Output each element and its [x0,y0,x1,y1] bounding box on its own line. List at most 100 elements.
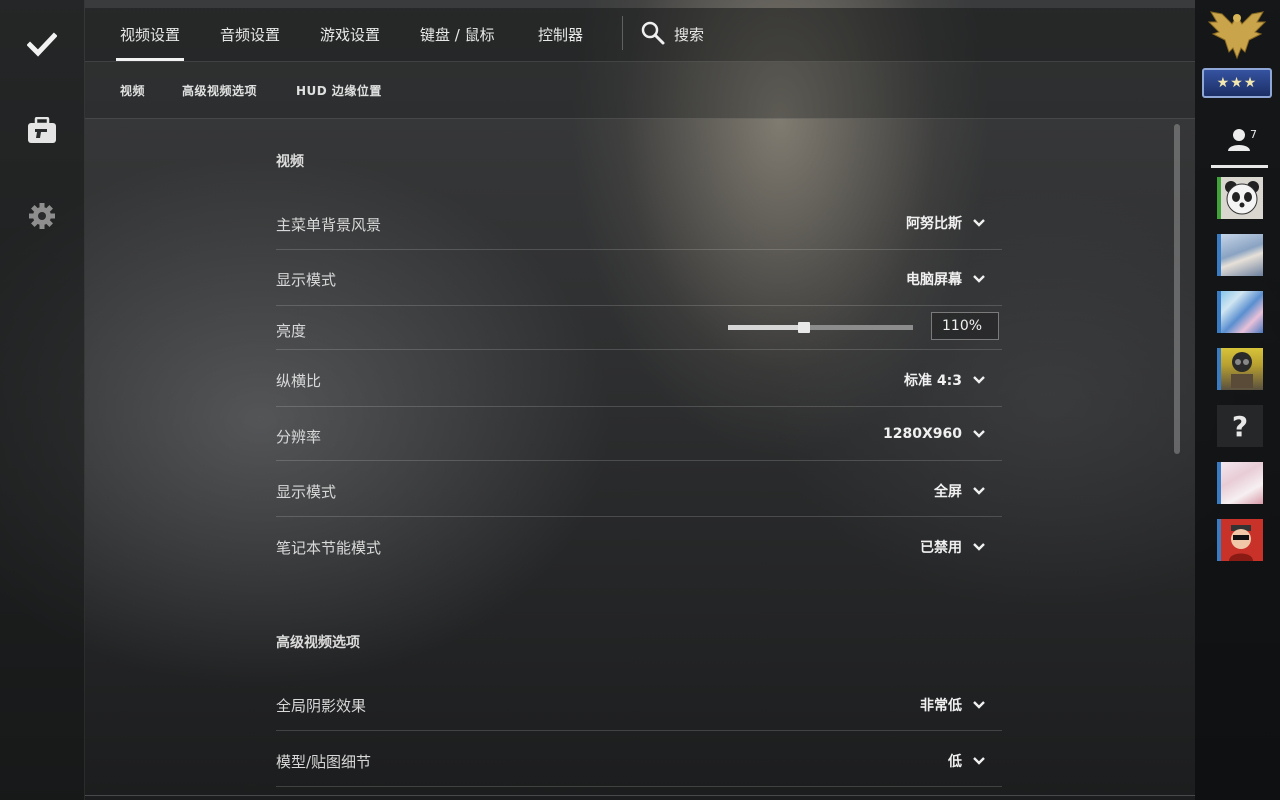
display-mode-dropdown[interactable]: 电脑屏幕 [906,269,986,289]
top-nav: 视频设置 音频设置 游戏设置 键盘 / 鼠标 控制器 搜索 [85,8,1195,62]
sub-nav: 视频 高级视频选项 HUD 边缘位置 [85,62,1195,119]
rank-emblem[interactable] [1207,8,1267,62]
gear-icon [28,202,56,234]
eagle-icon [1207,11,1267,66]
model-texture-dropdown[interactable]: 低 [948,751,986,771]
loadout-button[interactable] [22,113,62,153]
setting-row-window-mode: 显示模式 全屏 [276,461,1002,517]
chevron-down-icon [973,430,985,438]
friend-avatar-2[interactable] [1217,234,1263,276]
status-stripe [1217,348,1221,390]
friend-avatar-7[interactable] [1217,519,1263,561]
tab-controller[interactable]: 控制器 [538,8,583,61]
status-stripe [1217,177,1221,219]
checkmark-icon [26,32,58,62]
friends-count: 7 [1250,128,1257,141]
right-panel: ★★★ 7 ? [1195,0,1280,800]
friends-tab-indicator [1211,165,1268,168]
setting-label: 显示模式 [276,483,337,501]
briefcase-icon [27,116,57,149]
status-stripe [1217,291,1221,333]
setting-row-resolution: 分辨率 1280X960 [276,407,1002,461]
friend-avatar-6[interactable] [1217,462,1263,504]
person-icon [1227,128,1251,156]
setting-row-display-mode: 显示模式 电脑屏幕 [276,250,1002,306]
setting-value: 电脑屏幕 [906,272,962,288]
setting-row-menu-background: 主菜单背景风景 阿努比斯 [276,199,1002,250]
panda-icon [1225,181,1259,215]
friend-avatar-4[interactable] [1217,348,1263,390]
question-mark-icon: ? [1231,409,1249,443]
slider-thumb[interactable] [797,322,810,333]
setting-value: 非常低 [920,698,962,714]
rank-stars: ★★★ [1216,75,1258,91]
slider-fill [728,325,804,330]
confirm-button[interactable] [22,27,62,67]
content-scrollbar[interactable] [1174,124,1180,454]
settings-content: 视频 主菜单背景风景 阿努比斯 显示模式 电脑屏幕 亮度 110% 纵横比 标准… [85,119,1170,795]
avatar-image [1217,291,1263,333]
settings-button[interactable] [22,198,62,238]
setting-label: 全局阴影效果 [276,697,367,715]
setting-value: 低 [948,754,962,770]
avatar-image [1217,234,1263,276]
setting-row-laptop-power: 笔记本节能模式 已禁用 [276,517,1002,572]
tab-keyboard-mouse[interactable]: 键盘 / 鼠标 [420,8,495,61]
tab-game-settings[interactable]: 游戏设置 [320,8,380,61]
friend-avatar-3[interactable] [1217,291,1263,333]
brightness-slider[interactable] [728,322,913,333]
soldier-icon [1231,352,1253,388]
chevron-down-icon [973,757,985,765]
friend-avatar-panda[interactable] [1217,177,1263,219]
nav-divider [622,16,623,50]
window-mode-dropdown[interactable]: 全屏 [934,481,986,501]
search-button[interactable]: 搜索 [640,8,704,61]
setting-label: 笔记本节能模式 [276,539,382,557]
setting-value: 标准 4:3 [904,373,962,389]
search-label: 搜索 [674,26,705,44]
character-icon [1229,525,1253,561]
rank-badge[interactable]: ★★★ [1202,68,1272,98]
subtab-hud-edge[interactable]: HUD 边缘位置 [296,62,382,118]
setting-value: 阿努比斯 [906,216,962,232]
chevron-down-icon [973,487,985,495]
status-stripe [1217,462,1221,504]
status-stripe [1217,519,1221,561]
subtab-video[interactable]: 视频 [120,62,145,118]
aspect-ratio-dropdown[interactable]: 标准 4:3 [904,370,986,390]
menu-background-dropdown[interactable]: 阿努比斯 [906,213,986,233]
setting-value: 全屏 [934,484,962,500]
search-icon [640,20,666,50]
setting-label: 分辨率 [276,428,322,446]
setting-label: 模型/贴图细节 [276,753,372,771]
setting-row-global-shadow: 全局阴影效果 非常低 [276,675,1002,731]
setting-label: 主菜单背景风景 [276,216,382,234]
friend-avatar-unknown[interactable]: ? [1217,405,1263,447]
setting-value: 已禁用 [920,540,962,556]
chevron-down-icon [973,275,985,283]
tab-audio-settings[interactable]: 音频设置 [220,8,280,61]
status-stripe [1217,234,1221,276]
setting-label: 亮度 [276,322,307,340]
left-rail [0,0,85,800]
setting-label: 显示模式 [276,271,337,289]
brightness-value-input[interactable]: 110% [931,312,999,340]
chevron-down-icon [973,701,985,709]
section-title-advanced-video: 高级视频选项 [276,635,360,651]
setting-row-aspect-ratio: 纵横比 标准 4:3 [276,350,1002,407]
laptop-power-dropdown[interactable]: 已禁用 [920,537,986,557]
avatar-image [1217,462,1263,504]
setting-row-brightness: 亮度 110% [276,306,1002,350]
chevron-down-icon [973,219,985,227]
resolution-dropdown[interactable]: 1280X960 [883,426,986,442]
global-shadow-dropdown[interactable]: 非常低 [920,695,986,715]
section-title-video: 视频 [276,154,304,170]
setting-value: 1280X960 [883,426,962,442]
setting-row-model-texture: 模型/贴图细节 低 [276,731,1002,787]
bottom-divider [85,795,1195,796]
tab-video-settings[interactable]: 视频设置 [115,8,185,61]
chevron-down-icon [973,376,985,384]
chevron-down-icon [973,543,985,551]
setting-label: 纵横比 [276,372,322,390]
subtab-advanced-video[interactable]: 高级视频选项 [182,62,257,118]
